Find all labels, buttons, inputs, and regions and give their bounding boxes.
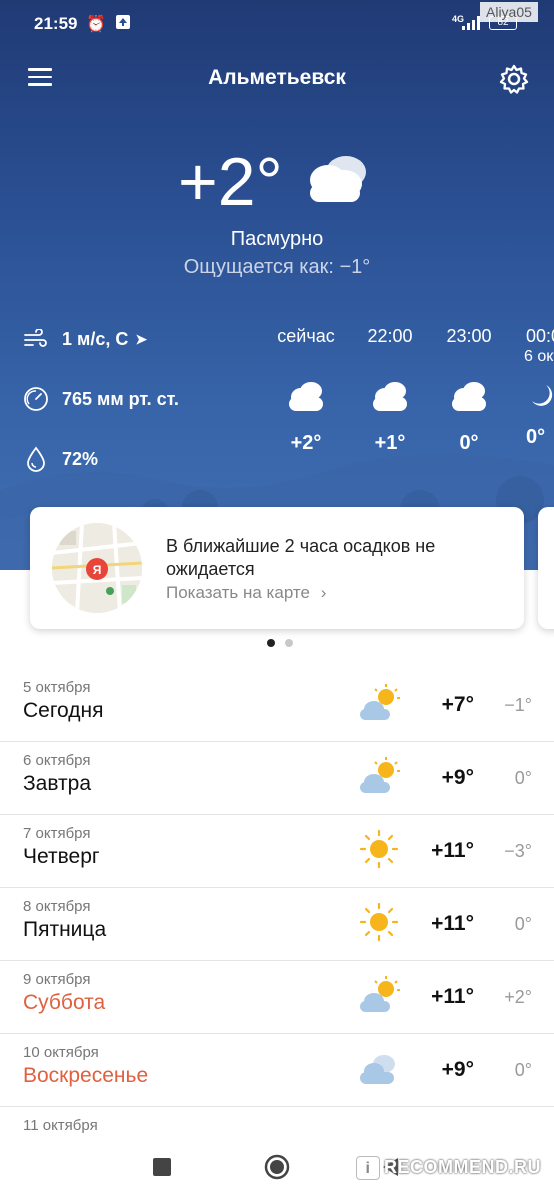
cloud-icon [360, 1055, 395, 1084]
cloud-icon [355, 366, 425, 426]
day-date: 5 октября [23, 679, 91, 696]
partly-cloudy-icon [360, 976, 400, 1012]
daily-row[interactable]: 10 октября Воскресенье +9° 0° [0, 1034, 554, 1107]
day-min-temp: 0° [514, 1060, 532, 1080]
hour-time: сейчас [277, 326, 335, 346]
hour-temp: 0° [526, 426, 546, 448]
cloud-icon [310, 156, 366, 202]
pressure-value: 765 мм рт. ст. [62, 388, 179, 409]
pressure-row: 765 мм рт. ст. [22, 385, 179, 413]
hourly-item[interactable]: 22:00 +1° [355, 326, 425, 455]
hour-temp: +1° [374, 432, 406, 454]
sun-icon [359, 829, 399, 869]
daily-row[interactable]: 9 октября Суббота +11° +2° [0, 961, 554, 1034]
humidity-icon [22, 445, 50, 473]
wind-direction-icon: ➤ [135, 330, 148, 347]
carousel-dot [285, 639, 293, 647]
day-max-temp: +11° [431, 985, 474, 1008]
current-temperature: +2° [178, 144, 283, 220]
city-title[interactable]: Альметьевск [0, 66, 554, 90]
day-date: 7 октября [23, 825, 91, 842]
day-max-temp: +11° [431, 912, 474, 935]
gear-icon[interactable] [499, 64, 529, 94]
hourly-item[interactable]: 23:00 0° [434, 326, 504, 455]
user-watermark: Aliya05 [480, 2, 538, 22]
precipitation-message: В ближайшие 2 часа осадков не ожидается [166, 536, 436, 579]
hour-time: 23:00 [446, 326, 492, 346]
day-max-temp: +11° [431, 839, 474, 862]
hour-time: 00:00 [526, 326, 554, 346]
cloud-icon [271, 366, 341, 426]
recents-button[interactable] [153, 1158, 171, 1176]
status-bar: 21:59 ⏰ 4G 82 [0, 0, 554, 48]
day-date: 11 октября [23, 1117, 98, 1134]
sun-icon [359, 902, 399, 942]
svg-text:Я: Я [93, 563, 102, 577]
condition-text: Пасмурно [230, 228, 324, 250]
day-date: 8 октября [23, 898, 91, 915]
day-name: Суббота [23, 991, 106, 1014]
wind-value: 1 м/с, С [62, 328, 129, 349]
day-name: Пятница [23, 918, 107, 941]
upload-icon [115, 14, 131, 35]
humidity-value: 72% [62, 448, 99, 469]
day-min-temp: 0° [514, 914, 532, 934]
carousel-dot-active [267, 639, 275, 647]
daily-row[interactable]: 6 октября Завтра +9° 0° [0, 742, 554, 815]
day-min-temp: −1° [504, 695, 532, 715]
day-name: Завтра [23, 772, 92, 795]
cloud-icon [434, 366, 504, 426]
pressure-icon [22, 385, 50, 413]
day-max-temp: +9° [441, 1058, 474, 1081]
recommend-text: RECOMMEND.RU [384, 1157, 541, 1177]
show-on-map-link[interactable]: Показать на карте › [166, 583, 326, 603]
partly-cloudy-icon [360, 684, 400, 720]
wind-row: 1 м/с, С ➤ [22, 325, 147, 353]
moon-icon [526, 372, 554, 418]
precipitation-map-thumbnail[interactable]: Я [52, 523, 142, 613]
day-max-temp: +9° [441, 766, 474, 789]
hour-date: 6 окт [524, 348, 554, 365]
show-on-map-label: Показать на карте [166, 583, 310, 602]
recommend-watermark: i RECOMMEND.RU [356, 1156, 541, 1180]
carousel-indicator [262, 639, 298, 647]
day-name: Сегодня [23, 699, 104, 722]
day-name: Четверг [23, 845, 100, 868]
day-min-temp: −3° [504, 841, 532, 861]
feels-like-text: Ощущается как: −1° [183, 256, 371, 278]
home-button[interactable] [264, 1154, 290, 1180]
signal-icon [462, 16, 480, 30]
hour-temp: 0° [459, 432, 479, 454]
daily-row[interactable]: 5 октября Сегодня +7° −1° [0, 669, 554, 742]
partly-cloudy-icon [360, 757, 400, 793]
daily-row[interactable]: 7 октября Четверг +11° −3° [0, 815, 554, 888]
day-min-temp: +2° [504, 987, 532, 1007]
precipitation-card[interactable]: Я В ближайшие 2 часа осадков не ожидаетс… [30, 507, 524, 629]
clock: 21:59 [34, 14, 78, 33]
alarm-icon: ⏰ [86, 16, 106, 33]
next-card-peek[interactable] [538, 507, 554, 629]
wind-icon [22, 325, 50, 353]
day-date: 6 октября [23, 752, 91, 769]
daily-row[interactable]: 8 октября Пятница +11° 0° [0, 888, 554, 961]
day-name: Воскресенье [23, 1064, 149, 1087]
day-min-temp: 0° [514, 768, 532, 788]
hour-time: 22:00 [367, 326, 413, 346]
hourly-item[interactable]: 00:00 6 окт 0° [514, 326, 554, 449]
humidity-row: 72% [22, 445, 98, 473]
recommend-logo-icon: i [356, 1156, 380, 1180]
hour-temp: +2° [290, 432, 322, 454]
day-max-temp: +7° [441, 693, 474, 716]
weather-hero: 21:59 ⏰ 4G 82 Aliya05 Альметьевск +2° Па… [0, 0, 554, 570]
hourly-item[interactable]: сейчас +2° [271, 326, 341, 455]
day-date: 9 октября [23, 971, 91, 988]
chevron-right-icon: › [320, 583, 327, 602]
day-date: 10 октября [23, 1044, 99, 1061]
